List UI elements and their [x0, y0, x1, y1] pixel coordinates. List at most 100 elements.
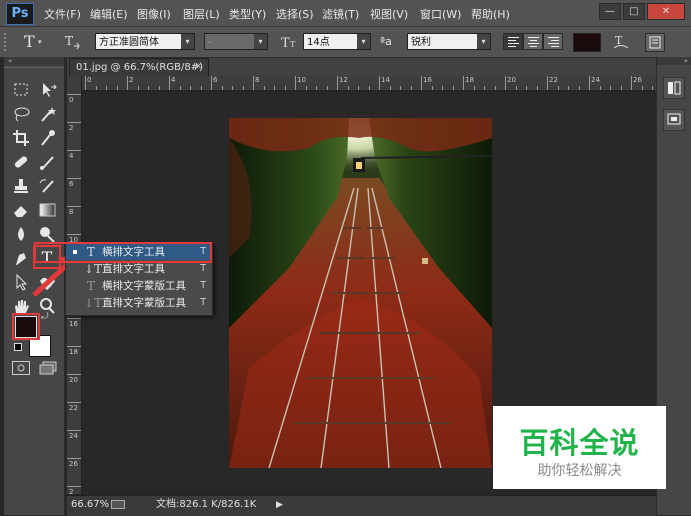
svg-text:T: T	[290, 40, 296, 49]
document-image[interactable]	[229, 118, 492, 468]
zoom-level[interactable]: 66.67%	[71, 496, 109, 514]
ruler-label: 2	[129, 76, 134, 84]
foreground-color-swatch[interactable]	[15, 316, 37, 338]
menu-type[interactable]: 类型(Y)	[229, 6, 266, 22]
ruler-tick	[505, 76, 506, 90]
svg-text:T: T	[65, 34, 73, 48]
ruler-minor-tick	[410, 86, 412, 90]
align-center-button[interactable]	[523, 33, 543, 50]
menu-view[interactable]: 视图(V)	[370, 6, 408, 22]
document-tab[interactable]: 01.jpg @ 66.7%(RGB/8#) ✕	[69, 58, 209, 76]
clone-stamp-tool-icon[interactable]	[8, 175, 34, 197]
healing-brush-tool-icon[interactable]	[8, 151, 34, 173]
default-colors-icon[interactable]	[14, 343, 22, 351]
antialias-select[interactable]: 锐利 ▾	[407, 33, 491, 50]
ruler-label: 12	[339, 76, 348, 84]
ruler-label: 24	[69, 432, 78, 440]
grip-handle[interactable]	[4, 33, 10, 51]
chevron-down-icon: ▾	[181, 34, 194, 49]
menu-layer[interactable]: 图层(L)	[183, 6, 220, 22]
ruler-tick	[67, 374, 81, 375]
quick-mask-icon[interactable]	[12, 361, 30, 375]
font-family-select[interactable]: 方正准圆简体 ▾	[95, 33, 195, 50]
menu-item-horizontal-type-mask[interactable]: T 横排文字蒙版工具 T	[66, 278, 212, 294]
type-tool-preset-icon[interactable]: T	[24, 32, 35, 51]
menu-select[interactable]: 选择(S)	[276, 6, 314, 22]
dock-collapse-icon[interactable]: »	[657, 57, 691, 65]
maximize-button[interactable]: □	[623, 3, 645, 20]
crop-tool-icon[interactable]	[8, 127, 34, 149]
eraser-tool-icon[interactable]	[8, 199, 34, 221]
ruler-label: 6	[69, 180, 74, 188]
toolbox-header[interactable]: «	[4, 57, 64, 65]
watermark-title: 百科全说	[519, 426, 640, 460]
status-menu-arrow-icon[interactable]: ▶	[276, 496, 283, 514]
screen-mode-icon[interactable]	[38, 361, 58, 375]
history-brush-tool-icon[interactable]	[34, 175, 60, 197]
close-button[interactable]: ✕	[647, 3, 685, 20]
menu-file[interactable]: 文件(F)	[44, 6, 81, 22]
ruler-minor-tick	[190, 86, 191, 90]
menu-edit[interactable]: 编辑(E)	[90, 6, 128, 22]
menu-window[interactable]: 窗口(W)	[420, 6, 461, 22]
paragraph-panel-icon[interactable]	[663, 77, 685, 99]
magic-wand-tool-icon[interactable]	[34, 103, 60, 125]
gradient-tool-icon[interactable]	[34, 199, 60, 221]
font-style-select[interactable]: - ▾	[204, 33, 268, 50]
ruler-minor-tick	[232, 86, 233, 90]
ruler-tick	[67, 486, 81, 487]
vertical-type-mask-icon: ↓T	[84, 296, 103, 310]
ruler-minor-tick	[316, 86, 317, 90]
photoshop-logo: Ps	[6, 3, 34, 25]
close-tab-icon[interactable]: ✕	[194, 59, 202, 76]
ruler-tick	[379, 76, 380, 90]
minimize-button[interactable]: —	[599, 3, 621, 20]
ruler-label: 22	[549, 76, 558, 84]
ruler-tick	[67, 458, 81, 459]
status-bar: 66.67% 文档:826.1 K/826.1K ▶	[67, 495, 656, 516]
preset-dropdown-icon[interactable]: ▾	[38, 38, 42, 46]
status-preview-icon[interactable]	[111, 500, 125, 509]
chevron-down-icon: ▾	[477, 34, 490, 49]
ruler-label: 4	[69, 152, 74, 160]
menu-item-vertical-type[interactable]: ↓T 直排文字工具 T	[66, 261, 212, 277]
ruler-minor-tick	[106, 86, 107, 90]
ruler-tick	[253, 76, 254, 90]
ruler-tick	[67, 150, 81, 151]
ruler-minor-tick	[568, 86, 569, 90]
ruler-tick	[67, 178, 81, 179]
menu-item-vertical-type-mask[interactable]: ↓T 直排文字蒙版工具 T	[66, 295, 212, 311]
ruler-minor-tick	[326, 86, 328, 90]
ruler-minor-tick	[526, 86, 527, 90]
eyedropper-tool-icon[interactable]	[34, 127, 60, 149]
marquee-tool-icon[interactable]	[8, 79, 34, 101]
menu-image[interactable]: 图像(I)	[137, 6, 171, 22]
ruler-label: 10	[297, 76, 306, 84]
align-right-button[interactable]	[543, 33, 563, 50]
character-panel-button[interactable]	[645, 33, 665, 52]
brush-tool-icon[interactable]	[34, 151, 60, 173]
toolbox-grip[interactable]	[4, 67, 64, 70]
ruler-minor-tick	[242, 86, 244, 90]
warp-text-icon[interactable]: T	[611, 31, 631, 51]
ruler-label: 6	[213, 76, 218, 84]
ruler-minor-tick	[400, 86, 401, 90]
layers-panel-icon[interactable]	[663, 109, 685, 131]
menu-item-shortcut: T	[200, 263, 206, 274]
ruler-label: 22	[69, 404, 78, 412]
swap-colors-icon[interactable]: ⤾	[41, 312, 49, 322]
ruler-label: 16	[69, 320, 78, 328]
ruler-minor-tick	[368, 86, 370, 90]
document-size-info: 文档:826.1 K/826.1K	[156, 499, 257, 510]
svg-text:T: T	[281, 36, 290, 51]
lasso-tool-icon[interactable]	[8, 103, 34, 125]
font-size-value: 14点	[307, 37, 330, 48]
toggle-orientation-icon[interactable]: T	[62, 31, 82, 51]
align-left-button[interactable]	[503, 33, 523, 50]
font-size-select[interactable]: 14点 ▾	[303, 33, 371, 50]
menu-filter[interactable]: 滤镜(T)	[322, 6, 359, 22]
menu-help[interactable]: 帮助(H)	[471, 6, 510, 22]
move-tool-icon[interactable]	[34, 79, 60, 101]
menu-item-shortcut: T	[200, 297, 206, 308]
text-color-swatch[interactable]	[573, 33, 601, 52]
